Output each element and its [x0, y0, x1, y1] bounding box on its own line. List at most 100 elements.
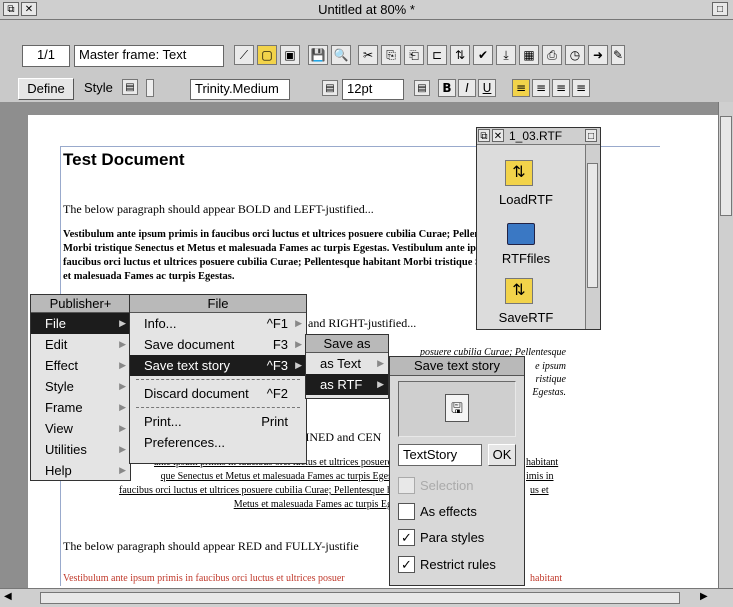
menu-item-frame[interactable]: Frame ▶	[31, 397, 130, 418]
menu-separator	[136, 407, 300, 408]
menu-item-edit[interactable]: Edit ▶	[31, 334, 130, 355]
rtf-title-bar[interactable]: ⧉ ✕ 1_03.RTF □	[477, 128, 600, 145]
doc-right-line2: e ipsum	[535, 361, 566, 372]
rtf-scroll-thumb[interactable]	[587, 163, 598, 288]
ok-button[interactable]: OK	[488, 444, 516, 466]
submenu-arrow-icon: ▶	[295, 339, 302, 349]
rtf-back-icon[interactable]: ⧉	[478, 129, 490, 142]
restrict-rules-checkbox[interactable]: ✓	[398, 556, 415, 573]
window-title-bar[interactable]: ⧉ ✕ Untitled at 80% * □	[0, 0, 733, 20]
menu-item-save-document[interactable]: Save document F3 ▶	[130, 334, 306, 355]
table-icon[interactable]: ▦	[519, 45, 539, 65]
menu-item-style[interactable]: Style ▶	[31, 376, 130, 397]
save-rtf-label[interactable]: SaveRTF	[482, 310, 570, 325]
rtf-title: 1_03.RTF	[509, 129, 563, 143]
rtf-vertical-scrollbar[interactable]	[585, 145, 600, 329]
doc-center-line3: faucibus orci luctus et ultrices posuere…	[119, 485, 392, 496]
sort-icon[interactable]: ⇅	[450, 45, 470, 65]
align-center-icon[interactable]: ≡	[532, 79, 550, 97]
clock-icon[interactable]: ◷	[565, 45, 585, 65]
load-rtf-label[interactable]: LoadRTF	[482, 192, 570, 207]
paste-icon[interactable]: ⎗	[404, 45, 424, 65]
rtf-files-label[interactable]: RTFfiles	[482, 251, 570, 266]
style-label: Style	[84, 80, 113, 95]
restrict-rules-label: Restrict rules	[420, 557, 496, 572]
font-size-field[interactable]: 12pt	[342, 79, 404, 100]
next-page-icon[interactable]: ➜	[588, 45, 608, 65]
pointer-tool-icon[interactable]: ⟋	[234, 45, 254, 65]
rtf-toggle-icon[interactable]: □	[585, 129, 597, 142]
save-dialog-title: Save text story	[390, 357, 524, 376]
doc-center-line4: Metus et malesuada Fames ac turpis Eg	[233, 499, 392, 510]
doc-para1: The below paragraph should appear BOLD a…	[63, 202, 374, 216]
doc-para3-tail: LINED and CEN	[298, 430, 382, 444]
vertical-scrollbar[interactable]	[718, 102, 733, 588]
import-icon[interactable]: ⤓	[496, 45, 516, 65]
save-rtf-icon[interactable]: ⇅	[505, 278, 533, 304]
menu-item-discard-document[interactable]: Discard document ^F2	[130, 383, 306, 404]
font-name-field[interactable]: Trinity.Medium	[190, 79, 290, 100]
load-rtf-icon[interactable]: ⇅	[505, 160, 533, 186]
filename-input[interactable]: TextStory	[398, 444, 482, 466]
menu-item-view[interactable]: View ▶	[31, 418, 130, 439]
vertical-scroll-thumb[interactable]	[720, 116, 732, 216]
align-right-icon[interactable]: ≡	[552, 79, 570, 97]
underline-button[interactable]: U	[478, 79, 496, 97]
folder-icon[interactable]	[507, 223, 535, 245]
doc-para4: The below paragraph should appear RED an…	[63, 539, 359, 553]
submenu-arrow-icon: ▶	[119, 402, 126, 412]
publisher-menu-title: Publisher+	[31, 295, 130, 313]
submenu-arrow-icon: ▶	[119, 318, 126, 328]
menu-item-help[interactable]: Help ▶	[31, 460, 130, 481]
doc-right-line3: ristique	[535, 374, 566, 385]
style-menu-icon[interactable]: ▤	[122, 79, 138, 95]
define-button[interactable]: Define	[18, 78, 74, 100]
doc-para2-tail: and RIGHT-justified...	[308, 316, 417, 330]
submenu-arrow-icon: ▶	[119, 444, 126, 454]
more-tools-icon[interactable]: ✎	[611, 45, 625, 65]
doc-right-line4: Egestas.	[532, 387, 566, 398]
size-menu-icon[interactable]: ▤	[414, 80, 430, 96]
text-frame-tool-icon[interactable]: ▢	[257, 45, 277, 65]
checkmark-icon: ✓	[401, 530, 412, 545]
toggle-size-icon[interactable]: □	[712, 2, 728, 16]
align-left-icon[interactable]: ≡	[512, 79, 530, 97]
print-icon[interactable]: ⎙	[542, 45, 562, 65]
frame-link-icon[interactable]: ⊏	[427, 45, 447, 65]
menu-item-info[interactable]: Info... ^F1 ▶	[130, 313, 306, 334]
scroll-right-icon[interactable]: ▶	[700, 591, 708, 602]
horizontal-scroll-thumb[interactable]	[40, 592, 680, 604]
menu-item-preferences[interactable]: Preferences...	[130, 432, 306, 453]
font-menu-icon[interactable]: ▤	[322, 80, 338, 96]
menu-item-print[interactable]: Print... Print	[130, 411, 306, 432]
as-effects-checkbox[interactable]	[398, 503, 415, 520]
rtf-close-icon[interactable]: ✕	[492, 129, 504, 142]
rtf-window[interactable]: ⧉ ✕ 1_03.RTF □ ⇅ LoadRTF RTFfiles ⇅ Save…	[476, 127, 601, 330]
menu-item-as-text[interactable]: as Text ▶	[306, 353, 388, 374]
text-file-icon[interactable]: 🖫	[445, 394, 469, 422]
scroll-left-icon[interactable]: ◀	[4, 591, 12, 602]
italic-button[interactable]: I	[458, 79, 476, 97]
menu-item-file[interactable]: File ▶	[31, 313, 130, 334]
style-indicator-icon	[146, 79, 154, 97]
bold-button[interactable]: B	[438, 79, 456, 97]
justify-icon[interactable]: ≡	[572, 79, 590, 97]
menu-item-utilities[interactable]: Utilities ▶	[31, 439, 130, 460]
save-drag-area[interactable]: 🖫	[398, 381, 516, 437]
menu-item-as-rtf[interactable]: as RTF ▶	[306, 374, 388, 395]
menu-item-save-text-story[interactable]: Save text story ^F3 ▶	[130, 355, 306, 376]
save-icon[interactable]: 💾	[308, 45, 328, 65]
doc-heading: Test Document	[63, 150, 185, 169]
submenu-arrow-icon: ▶	[377, 358, 384, 368]
submenu-arrow-icon: ▶	[295, 360, 302, 370]
menu-item-effect[interactable]: Effect ▶	[31, 355, 130, 376]
zoom-icon[interactable]: 🔍	[331, 45, 351, 65]
para-styles-checkbox[interactable]: ✓	[398, 529, 415, 546]
selection-checkbox[interactable]	[398, 477, 415, 494]
cut-icon[interactable]: ✂	[358, 45, 378, 65]
copy-icon[interactable]: ⎘	[381, 45, 401, 65]
graphic-frame-tool-icon[interactable]: ▣	[280, 45, 300, 65]
selection-label: Selection	[420, 478, 474, 493]
spellcheck-icon[interactable]: ✔	[473, 45, 493, 65]
horizontal-scrollbar[interactable]: ◀ ▶	[0, 588, 733, 607]
